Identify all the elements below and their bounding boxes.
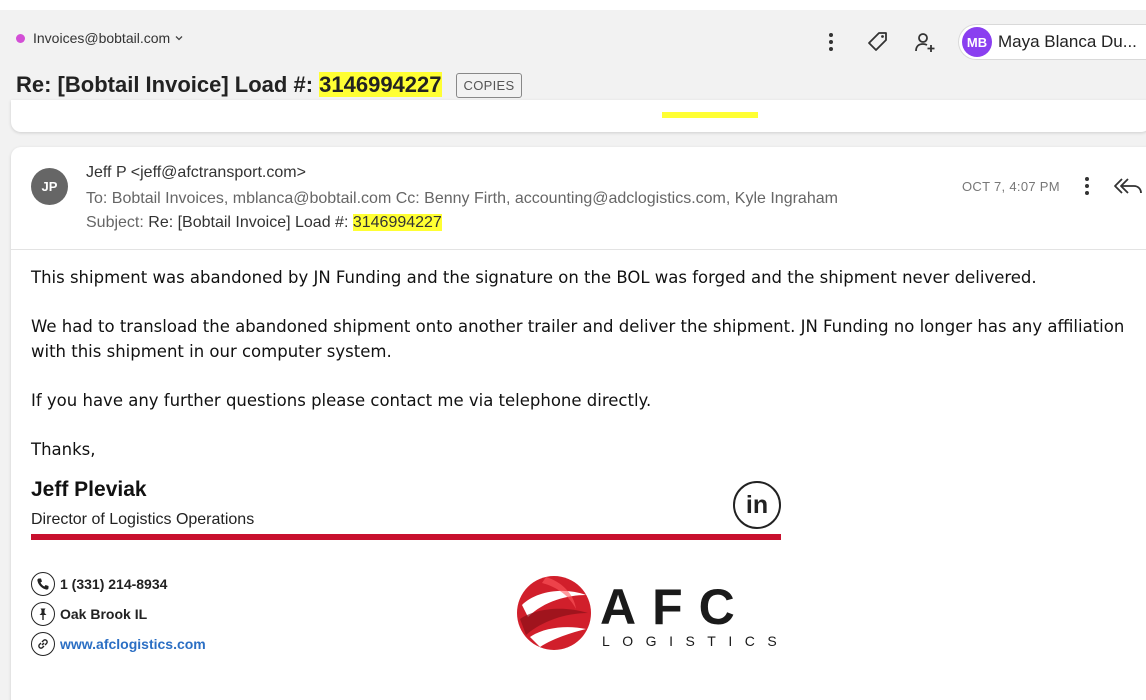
logo-sphere — [517, 576, 591, 650]
tag-icon — [868, 32, 887, 51]
account-selector[interactable]: Invoices@bobtail.com — [16, 30, 184, 46]
signature-website[interactable]: www.afclogistics.com — [31, 632, 206, 656]
location-text: Oak Brook IL — [60, 606, 148, 622]
previous-message-collapsed[interactable] — [11, 100, 1146, 132]
subject-value: Re: [Bobtail Invoice] Load #: — [148, 214, 353, 231]
phone-icon — [31, 572, 55, 596]
message-subject: Subject: Re: [Bobtail Invoice] Load #: 3… — [86, 214, 442, 232]
subject-label: Subject: — [86, 214, 149, 231]
website-link[interactable]: www.afclogistics.com — [60, 636, 206, 652]
more-vert-icon — [1085, 177, 1089, 195]
body-paragraph: We had to transload the abandoned shipme… — [31, 317, 1125, 361]
sender[interactable]: Jeff P <jeff@afctransport.com> — [86, 164, 306, 182]
header-toolbar: MB Maya Blanca Du... — [817, 24, 1146, 60]
signature-location: Oak Brook IL — [31, 602, 147, 626]
pin-icon — [31, 602, 55, 626]
link-icon — [31, 632, 55, 656]
sender-avatar: JP — [31, 168, 68, 205]
account-status-dot — [16, 33, 25, 43]
signature-phone: 1 (331) 214-8934 — [31, 572, 167, 596]
previous-highlight-fragment — [662, 112, 758, 118]
logo-subtext: LOGISTICS — [602, 633, 784, 649]
subject-load-highlight: 3146994227 — [352, 214, 442, 231]
message-body: This shipment was abandoned by JN Fundin… — [31, 265, 1141, 486]
account-email: Invoices@bobtail.com — [33, 30, 171, 46]
logo-wordmark: AFC — [600, 579, 751, 635]
tag-button[interactable] — [864, 28, 892, 56]
header-divider — [11, 249, 1146, 250]
copies-badge[interactable]: COPIES — [455, 72, 523, 98]
message-more-button[interactable] — [1077, 173, 1097, 199]
page-title: Re: [Bobtail Invoice] Load #: 3146994227 — [16, 72, 442, 98]
assign-button[interactable] — [911, 28, 939, 56]
body-paragraph: If you have any further questions please… — [31, 391, 652, 410]
top-strip — [0, 0, 1146, 10]
message-date: OCT 7, 4:07 PM — [962, 179, 1060, 194]
avatar: MB — [962, 27, 992, 57]
body-paragraph: Thanks, — [31, 440, 96, 459]
thread-subject: Re: [Bobtail Invoice] Load #: 3146994227… — [16, 72, 523, 98]
more-vert-icon — [829, 33, 833, 51]
afc-logistics-logo: AFC LOGISTICS — [517, 576, 784, 650]
user-name: Maya Blanca Du... — [998, 32, 1137, 51]
signature-divider — [31, 534, 781, 540]
add-person-icon — [915, 33, 935, 52]
subject-prefix: Re: [Bobtail Invoice] Load #: — [16, 72, 320, 97]
reply-all-icon[interactable] — [1112, 174, 1144, 198]
message-card: JP Jeff P <jeff@afctransport.com> To: Bo… — [11, 147, 1146, 700]
recipients: To: Bobtail Invoices, mblanca@bobtail.co… — [86, 190, 838, 207]
chevron-down-icon — [175, 36, 183, 41]
linkedin-icon[interactable]: in — [733, 481, 781, 529]
signature-name: Jeff Pleviak — [31, 478, 147, 501]
phone-number: 1 (331) 214-8934 — [60, 576, 168, 592]
load-number-highlight: 3146994227 — [319, 72, 442, 97]
signature-title: Director of Logistics Operations — [31, 511, 255, 528]
more-options-button[interactable] — [817, 28, 845, 56]
body-paragraph: This shipment was abandoned by JN Fundin… — [31, 268, 1037, 287]
user-menu[interactable]: MB Maya Blanca Du... — [958, 24, 1146, 60]
